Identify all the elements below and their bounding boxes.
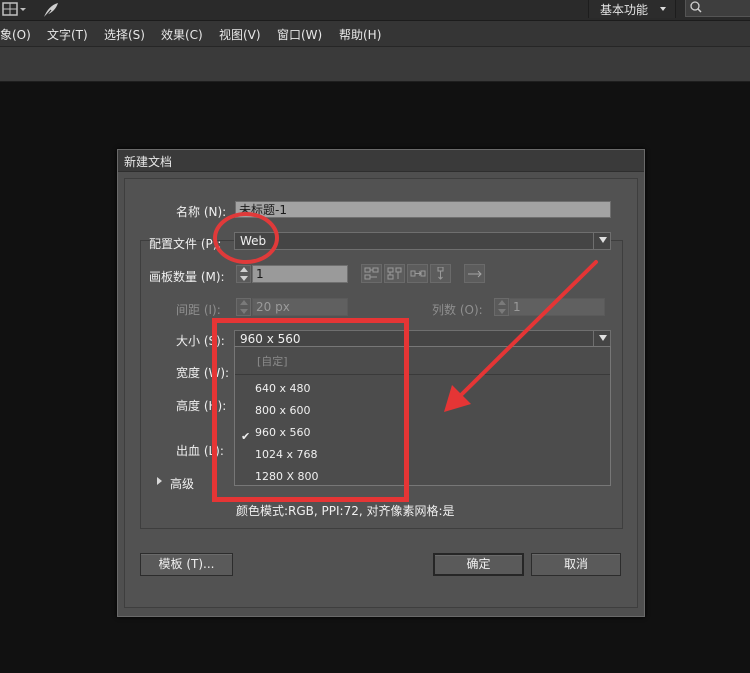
dialog-title-bar: 新建文档 [118,150,644,172]
menu-select[interactable]: 选择(S) [104,26,145,43]
app-title-bar: 基本功能 [0,0,750,21]
chevron-down-icon [599,335,607,341]
artboards-field[interactable]: 1 [252,265,348,283]
chevron-down-icon [660,7,666,11]
menu-effect[interactable]: 效果(C) [161,26,203,43]
document-info-text: 颜色模式:RGB, PPI:72, 对齐像素网格:是 [236,504,455,518]
annotation-circle [213,212,279,264]
menu-help[interactable]: 帮助(H) [339,26,381,43]
feather-icon[interactable] [42,1,60,19]
expand-triangle-icon[interactable] [157,477,162,485]
menu-bar: 象(O) 文字(T) 选择(S) 效果(C) 视图(V) 窗口(W) 帮助(H) [0,21,750,47]
ok-button[interactable]: 确定 [433,553,524,576]
search-input[interactable] [685,0,750,17]
advanced-label[interactable]: 高级 [170,475,194,492]
columns-field[interactable]: 1 [509,298,605,316]
template-button[interactable]: 模板 (T)... [140,553,233,576]
arrange-by-row-icon[interactable] [407,264,428,283]
artboards-label: 画板数量 (M): [149,270,225,284]
annotation-rectangle [212,318,409,502]
layout-switcher-icon[interactable] [2,2,28,17]
workspace-switcher-button[interactable]: 基本功能 [588,0,676,18]
control-bar [0,47,750,82]
dialog-title: 新建文档 [124,155,173,169]
menu-window[interactable]: 窗口(W) [277,26,322,43]
columns-label: 列数 (O): [432,303,483,317]
menu-type[interactable]: 文字(T) [47,26,88,43]
spacing-label: 间距 (I): [176,303,221,317]
spacing-stepper[interactable] [236,298,251,316]
profile-select[interactable]: Web [234,232,611,250]
workspace-label: 基本功能 [600,3,649,17]
grid-by-column-icon[interactable] [384,264,405,283]
spacing-field[interactable]: 20 px [252,298,348,316]
arrange-by-column-icon[interactable] [430,264,451,283]
chevron-down-icon [599,237,607,243]
grid-by-row-icon[interactable] [361,264,382,283]
profile-label: 配置文件 (P): [149,237,222,251]
cancel-button[interactable]: 取消 [531,553,621,576]
search-icon [690,1,702,13]
menu-object[interactable]: 象(O) [0,26,31,43]
menu-view[interactable]: 视图(V) [219,26,261,43]
name-field[interactable]: 未标题-1 [235,201,611,218]
layout-direction-icon[interactable] [464,264,485,283]
name-label: 名称 (N): [176,205,227,219]
columns-stepper[interactable] [494,298,509,316]
artboards-stepper[interactable] [236,265,251,283]
